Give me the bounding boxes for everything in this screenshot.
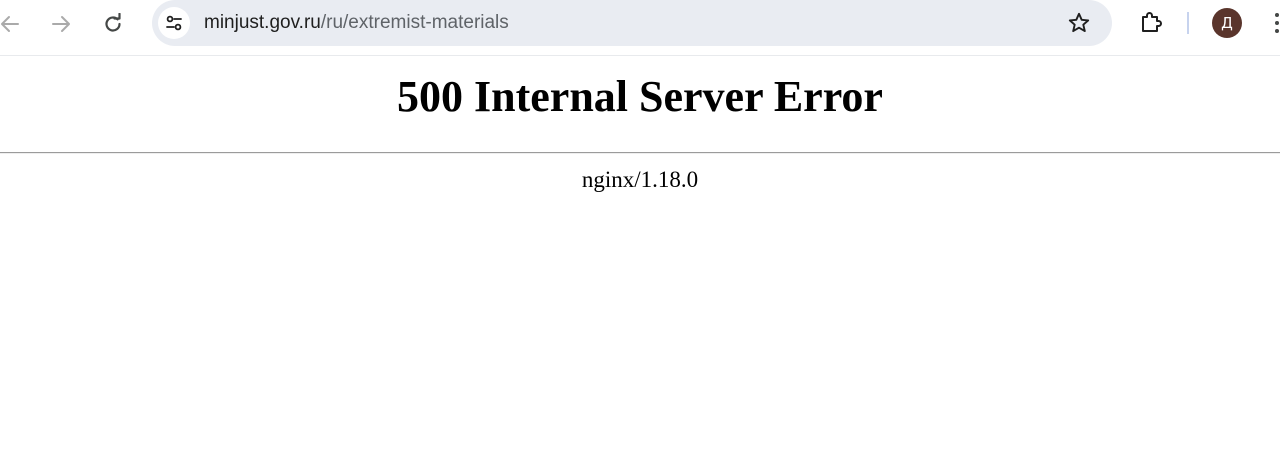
reload-button[interactable] bbox=[97, 8, 129, 40]
forward-button[interactable] bbox=[45, 8, 77, 40]
tune-icon bbox=[166, 15, 182, 31]
divider bbox=[0, 152, 1280, 154]
extensions-button[interactable] bbox=[1136, 8, 1166, 38]
site-info-button[interactable] bbox=[158, 7, 190, 39]
browser-toolbar: minjust.gov.ru/ru/extremist-materials Д bbox=[0, 0, 1280, 56]
server-signature: nginx/1.18.0 bbox=[581, 167, 699, 192]
url-text[interactable]: minjust.gov.ru/ru/extremist-materials bbox=[204, 0, 509, 46]
address-bar[interactable]: minjust.gov.ru/ru/extremist-materials bbox=[152, 0, 1112, 46]
url-host: minjust.gov.ru bbox=[204, 12, 321, 33]
arrow-right-icon bbox=[52, 16, 70, 32]
reload-icon bbox=[105, 13, 121, 32]
error-heading: 500 Internal Server Error bbox=[397, 72, 883, 121]
menu-dot bbox=[1275, 13, 1279, 17]
browser-menu-button[interactable] bbox=[1266, 10, 1280, 36]
toolbar-separator bbox=[1187, 12, 1189, 34]
menu-dot bbox=[1275, 21, 1279, 25]
puzzle-icon bbox=[1142, 12, 1162, 32]
menu-dot bbox=[1275, 29, 1279, 33]
arrow-left-icon bbox=[1, 16, 19, 32]
back-button[interactable] bbox=[0, 8, 26, 40]
star-icon bbox=[1068, 12, 1090, 33]
page-content: 500 Internal Server Error nginx/1.18.0 bbox=[0, 56, 1280, 192]
url-path: /ru/extremist-materials bbox=[320, 12, 509, 33]
bookmark-button[interactable] bbox=[1064, 8, 1094, 38]
profile-avatar[interactable]: Д bbox=[1212, 8, 1242, 38]
